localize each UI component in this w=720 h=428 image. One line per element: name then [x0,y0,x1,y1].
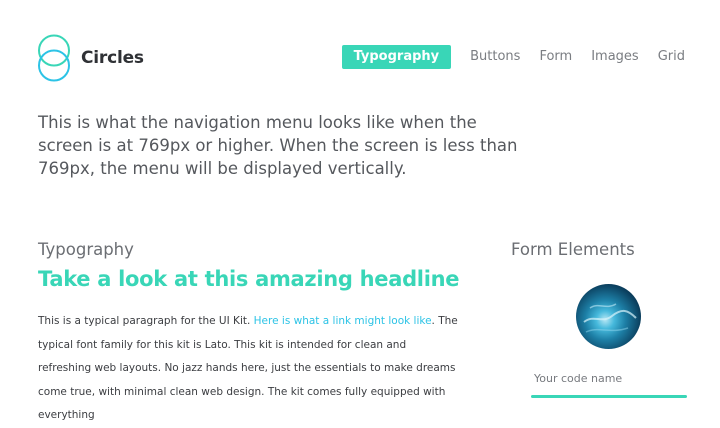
nav-item-images[interactable]: Images [591,45,639,69]
code-name-input[interactable]: Your code name [534,372,622,385]
avatar-image [576,284,641,349]
code-name-input-underline [531,395,687,398]
typography-paragraph: This is a typical paragraph for the UI K… [38,310,458,428]
nav-item-form[interactable]: Form [539,45,572,69]
main-nav: Typography Buttons Form Images Grid [341,45,685,69]
form-elements-title: Form Elements [511,240,635,259]
headline: Take a look at this amazing headline [38,267,460,291]
logo[interactable]: Circles [35,34,144,82]
nav-item-buttons[interactable]: Buttons [470,45,520,69]
circles-logo-icon [38,34,70,82]
nav-item-typography[interactable]: Typography [341,45,452,69]
nav-item-grid[interactable]: Grid [658,45,685,69]
brand-name: Circles [81,48,144,68]
wave-image [583,303,637,333]
paragraph-text-end: . The typical font family for this kit i… [38,315,458,421]
typography-section-title: Typography [38,240,134,259]
example-link[interactable]: Here is what a link might look like [254,315,432,327]
intro-text: This is what the navigation menu looks l… [38,113,518,178]
paragraph-text-start: This is a typical paragraph for the UI K… [38,315,254,327]
